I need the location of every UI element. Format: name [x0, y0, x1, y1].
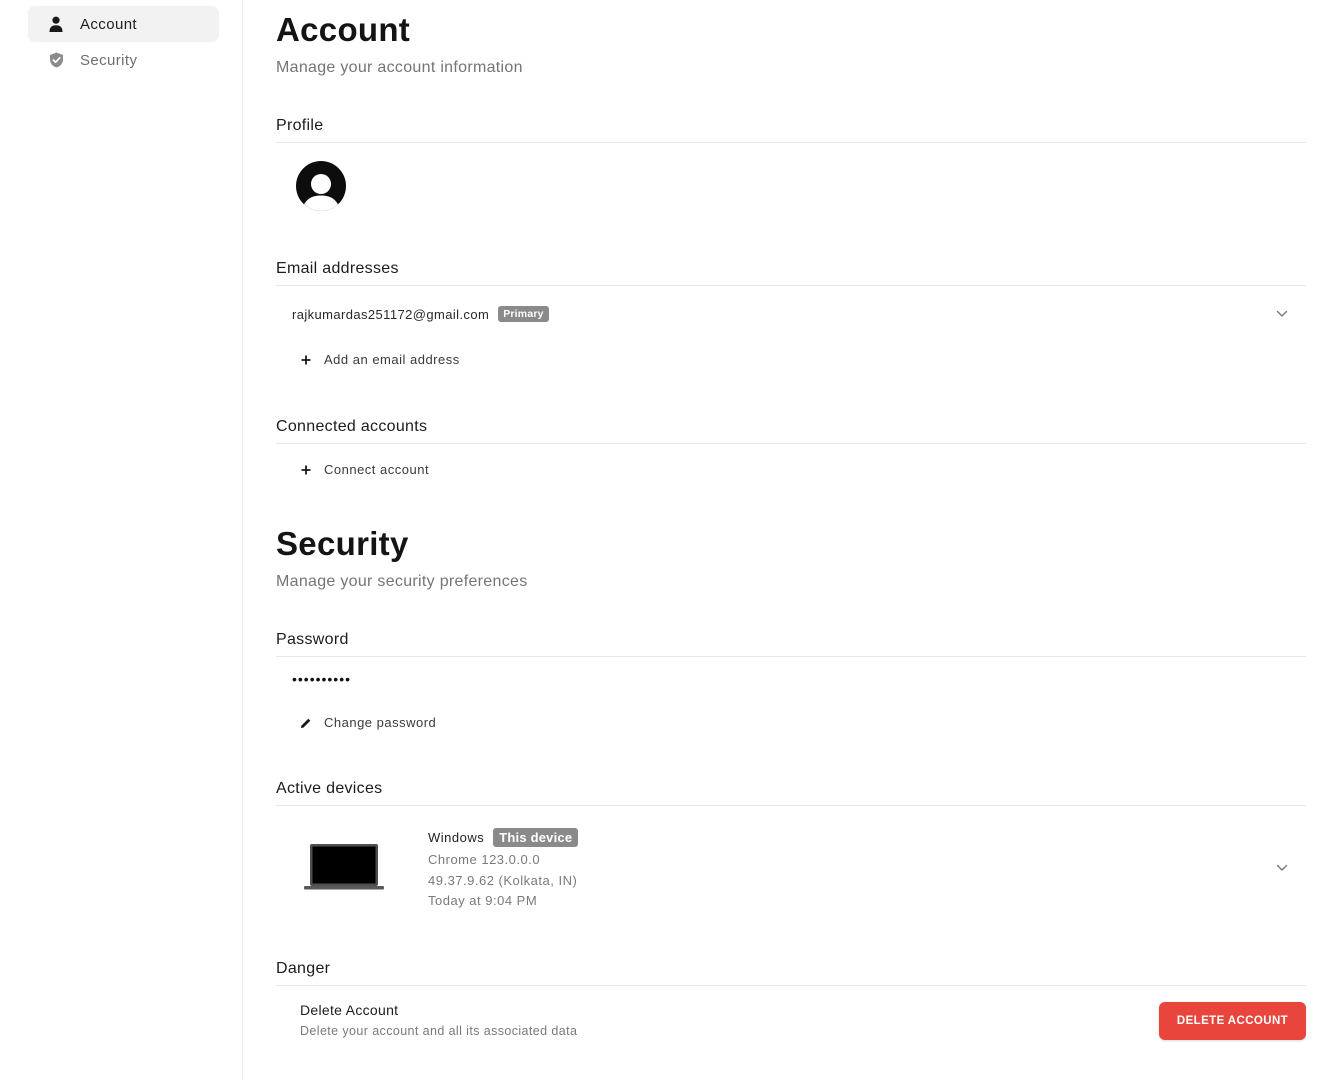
active-devices-title: Active devices: [276, 780, 383, 797]
account-page-title: Account: [276, 11, 411, 48]
account-subtitle: Manage your account information: [276, 59, 523, 76]
pencil-icon: [300, 717, 312, 729]
email-expand-chevron-down-icon[interactable]: [1275, 307, 1289, 321]
person-icon: [48, 16, 64, 32]
user-avatar-icon: [302, 174, 340, 211]
connect-account-label: Connect account: [324, 462, 430, 477]
divider: [276, 285, 1306, 286]
device-location: 49.37.9.62 (Kolkata, IN): [428, 872, 578, 888]
change-password-label: Change password: [324, 715, 437, 730]
plus-icon: [300, 354, 312, 366]
divider: [276, 656, 1306, 657]
sidebar-item-security[interactable]: Security: [28, 42, 219, 78]
change-password-button[interactable]: Change password: [300, 715, 436, 730]
email-section-title: Email addresses: [276, 260, 399, 277]
password-section-title: Password: [276, 631, 349, 648]
device-info: Windows This device Chrome 123.0.0.0 49.…: [428, 826, 579, 912]
password-masked: ••••••••••: [292, 671, 352, 687]
delete-account-title: Delete Account: [300, 1002, 399, 1018]
divider: [276, 142, 1306, 143]
profile-section-title: Profile: [276, 117, 324, 134]
email-address: rajkumardas251172@gmail.com: [292, 306, 490, 322]
laptop-icon: [304, 843, 384, 896]
add-email-label: Add an email address: [324, 352, 460, 367]
main-content: Account Manage your account information …: [276, 0, 1306, 1080]
divider: [276, 985, 1306, 986]
danger-section-title: Danger: [276, 960, 331, 977]
avatar[interactable]: [296, 161, 346, 211]
device-expand-chevron-down-icon[interactable]: [1275, 861, 1289, 875]
shield-icon: [48, 52, 64, 68]
sidebar-item-label: Security: [80, 51, 138, 69]
delete-account-description: Delete your account and all its associat…: [300, 1024, 578, 1038]
divider: [276, 805, 1306, 806]
connect-account-button[interactable]: Connect account: [300, 462, 429, 477]
email-row[interactable]: rajkumardas251172@gmail.com Primary: [292, 303, 1292, 325]
divider: [276, 443, 1306, 444]
add-email-button[interactable]: Add an email address: [300, 352, 460, 367]
delete-account-button[interactable]: DELETE ACCOUNT: [1159, 1002, 1306, 1040]
sidebar-item-account[interactable]: Account: [28, 6, 219, 42]
connected-accounts-title: Connected accounts: [276, 418, 428, 435]
primary-badge: Primary: [498, 306, 549, 322]
security-subtitle: Manage your security preferences: [276, 573, 528, 590]
sidebar: Account Security: [0, 0, 243, 1080]
plus-icon: [300, 464, 312, 476]
security-page-title: Security: [276, 525, 409, 562]
device-last-active: Today at 9:04 PM: [428, 893, 538, 908]
this-device-badge: This device: [493, 827, 579, 847]
device-os: Windows: [428, 829, 485, 845]
device-browser: Chrome 123.0.0.0: [428, 852, 541, 867]
sidebar-item-label: Account: [80, 15, 137, 33]
device-os-row: Windows This device: [428, 826, 579, 848]
